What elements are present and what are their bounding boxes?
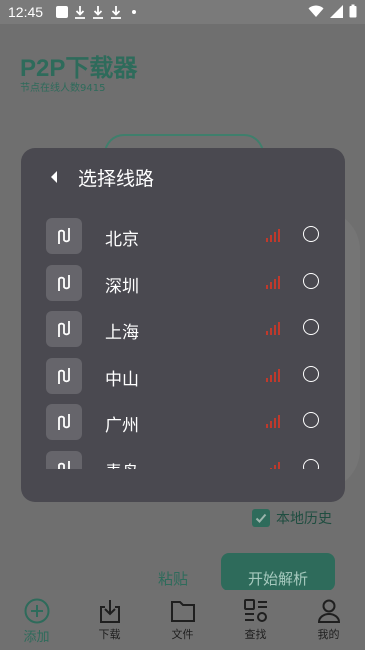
route-name: 中山: [105, 369, 139, 390]
route-name: 广州: [105, 416, 139, 437]
route-line-icon: [46, 357, 82, 394]
nav-item-search[interactable]: 查找: [219, 590, 292, 650]
notification-square-icon: [56, 6, 68, 18]
route-item[interactable]: 上海: [21, 307, 345, 353]
dialog-title: 选择线路: [78, 168, 155, 190]
start-parse-button[interactable]: 开始解析: [221, 553, 335, 591]
route-line-icon: [46, 264, 82, 301]
nav-item-add[interactable]: 添加: [0, 590, 73, 650]
download-notification-icon: [75, 6, 85, 19]
route-name: 青岛: [105, 458, 139, 469]
route-item[interactable]: 中山: [21, 354, 345, 400]
route-radio-button[interactable]: [303, 459, 319, 469]
local-history-checkbox[interactable]: [252, 509, 270, 527]
route-name: 上海: [105, 323, 139, 344]
back-arrow-icon[interactable]: [49, 170, 59, 184]
download-notification-icon: [93, 6, 103, 19]
online-nodes-count: 节点在线人数9415: [20, 83, 106, 94]
route-line-icon: [46, 218, 82, 254]
local-history-toggle[interactable]: 本地历史: [252, 508, 332, 528]
signal-strength-icon: [270, 462, 280, 469]
signal-strength-icon: [266, 275, 280, 289]
route-item[interactable]: 深圳: [21, 261, 345, 307]
nav-label: 查找: [244, 628, 267, 641]
nav-label: 我的: [317, 628, 340, 641]
bottom-nav: 添加 下载 文件 查找 我的: [0, 590, 365, 650]
nav-item-files[interactable]: 文件: [146, 590, 219, 650]
route-radio-button[interactable]: [303, 272, 319, 289]
nav-item-me[interactable]: 我的: [292, 590, 365, 650]
start-parse-label: 开始解析: [247, 570, 308, 588]
status-bar: 12:45: [0, 0, 365, 24]
wifi-icon: [308, 5, 324, 17]
signal-strength-icon: [266, 368, 280, 382]
route-item[interactable]: 北京: [21, 214, 345, 260]
route-line-icon: [46, 451, 82, 469]
signal-strength-icon: [266, 415, 280, 429]
plus-circle-icon: [24, 598, 49, 624]
nav-label: 添加: [23, 630, 50, 645]
route-radio-button[interactable]: [303, 412, 319, 429]
signal-strength-icon: [266, 229, 280, 242]
route-item[interactable]: 广州: [21, 400, 345, 446]
status-time: 12:45: [8, 4, 44, 20]
signal-strength-icon: [266, 322, 280, 336]
route-name: 北京: [105, 230, 139, 250]
nav-label: 文件: [171, 628, 194, 641]
check-icon: [255, 513, 267, 523]
local-history-label: 本地历史: [276, 511, 332, 527]
route-line-icon: [46, 404, 82, 441]
battery-icon: [349, 4, 357, 18]
route-name: 深圳: [105, 276, 139, 297]
download-icon: [99, 600, 120, 623]
nav-label: 下载: [98, 628, 121, 641]
route-item[interactable]: 青岛: [21, 447, 345, 469]
cell-signal-icon: [330, 4, 343, 18]
search-grid-icon: [243, 599, 267, 622]
route-list[interactable]: 北京深圳上海中山广州青岛: [21, 214, 345, 469]
nav-item-download[interactable]: 下载: [73, 590, 146, 650]
download-notification-icon: [111, 6, 121, 19]
person-icon: [317, 599, 340, 623]
route-select-dialog: 选择线路 北京深圳上海中山广州青岛: [21, 148, 345, 502]
dialog-header: 选择线路: [21, 148, 345, 206]
paste-button[interactable]: 粘贴: [158, 568, 188, 589]
route-radio-button[interactable]: [303, 226, 319, 242]
folder-icon: [170, 601, 195, 622]
route-radio-button[interactable]: [303, 319, 319, 336]
route-line-icon: [46, 311, 82, 348]
more-notifications-dot-icon: [132, 10, 136, 14]
route-radio-button[interactable]: [303, 365, 319, 382]
app-title: P2P下载器: [20, 55, 138, 82]
